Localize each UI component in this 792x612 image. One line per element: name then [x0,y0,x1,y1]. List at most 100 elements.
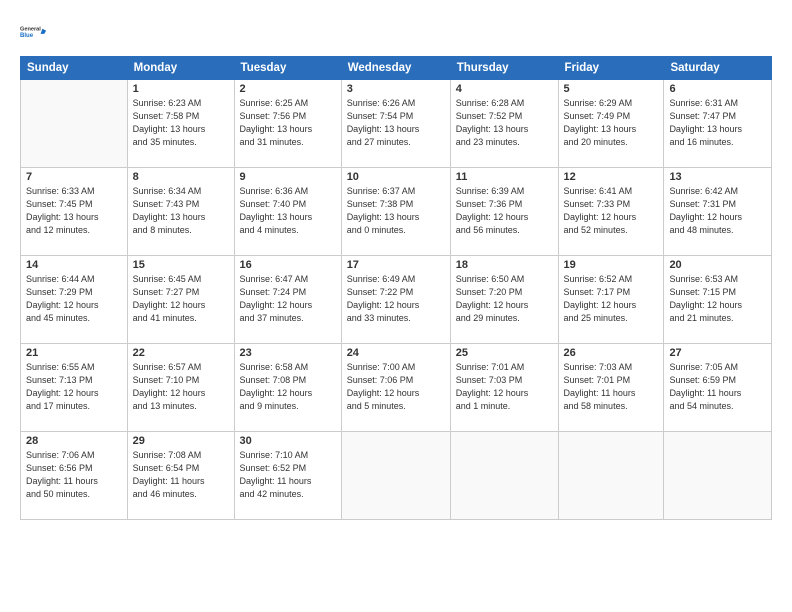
calendar-cell: 3 Sunrise: 6:26 AM Sunset: 7:54 PM Daylig… [341,80,450,168]
calendar-cell: 12 Sunrise: 6:41 AM Sunset: 7:33 PM Dayli… [558,168,664,256]
calendar-cell: 29 Sunrise: 7:08 AM Sunset: 6:54 PM Dayli… [127,432,234,520]
day-info: Sunrise: 6:25 AM Sunset: 7:56 PM Dayligh… [240,97,336,149]
logo-icon: GeneralBlue [20,18,48,46]
day-number: 23 [240,347,336,359]
day-info: Sunrise: 7:06 AM Sunset: 6:56 PM Dayligh… [26,449,122,501]
calendar-cell [21,80,128,168]
calendar-cell: 7 Sunrise: 6:33 AM Sunset: 7:45 PM Daylig… [21,168,128,256]
day-info: Sunrise: 6:36 AM Sunset: 7:40 PM Dayligh… [240,185,336,237]
day-info: Sunrise: 7:00 AM Sunset: 7:06 PM Dayligh… [347,361,445,413]
calendar-cell: 18 Sunrise: 6:50 AM Sunset: 7:20 PM Dayli… [450,256,558,344]
calendar-cell: 23 Sunrise: 6:58 AM Sunset: 7:08 PM Dayli… [234,344,341,432]
weekday-header: Friday [558,57,664,80]
day-number: 18 [456,259,553,271]
day-info: Sunrise: 6:29 AM Sunset: 7:49 PM Dayligh… [564,97,659,149]
calendar-week-row: 28 Sunrise: 7:06 AM Sunset: 6:56 PM Dayli… [21,432,772,520]
calendar-cell: 4 Sunrise: 6:28 AM Sunset: 7:52 PM Daylig… [450,80,558,168]
day-number: 2 [240,83,336,95]
day-info: Sunrise: 6:49 AM Sunset: 7:22 PM Dayligh… [347,273,445,325]
calendar-cell: 11 Sunrise: 6:39 AM Sunset: 7:36 PM Dayli… [450,168,558,256]
day-info: Sunrise: 7:05 AM Sunset: 6:59 PM Dayligh… [669,361,766,413]
day-number: 15 [133,259,229,271]
day-info: Sunrise: 6:39 AM Sunset: 7:36 PM Dayligh… [456,185,553,237]
day-info: Sunrise: 6:28 AM Sunset: 7:52 PM Dayligh… [456,97,553,149]
day-info: Sunrise: 6:41 AM Sunset: 7:33 PM Dayligh… [564,185,659,237]
day-info: Sunrise: 6:23 AM Sunset: 7:58 PM Dayligh… [133,97,229,149]
day-info: Sunrise: 6:55 AM Sunset: 7:13 PM Dayligh… [26,361,122,413]
day-info: Sunrise: 6:31 AM Sunset: 7:47 PM Dayligh… [669,97,766,149]
day-number: 27 [669,347,766,359]
day-number: 26 [564,347,659,359]
calendar-cell: 30 Sunrise: 7:10 AM Sunset: 6:52 PM Dayli… [234,432,341,520]
day-number: 16 [240,259,336,271]
calendar-cell [341,432,450,520]
weekday-header: Sunday [21,57,128,80]
calendar-week-row: 7 Sunrise: 6:33 AM Sunset: 7:45 PM Daylig… [21,168,772,256]
day-info: Sunrise: 6:34 AM Sunset: 7:43 PM Dayligh… [133,185,229,237]
weekday-header: Monday [127,57,234,80]
calendar-week-row: 21Sunrise: 6:55 AM Sunset: 7:13 PM Dayli… [21,344,772,432]
calendar-cell: 13 Sunrise: 6:42 AM Sunset: 7:31 PM Dayli… [664,168,772,256]
day-info: Sunrise: 7:01 AM Sunset: 7:03 PM Dayligh… [456,361,553,413]
calendar-cell: 21Sunrise: 6:55 AM Sunset: 7:13 PM Dayli… [21,344,128,432]
day-number: 29 [133,435,229,447]
calendar-cell: 22Sunrise: 6:57 AM Sunset: 7:10 PM Dayli… [127,344,234,432]
logo: GeneralBlue [20,18,48,46]
day-number: 7 [26,171,122,183]
calendar-cell [664,432,772,520]
day-number: 28 [26,435,122,447]
calendar-week-row: 1 Sunrise: 6:23 AM Sunset: 7:58 PM Daylig… [21,80,772,168]
day-info: Sunrise: 6:37 AM Sunset: 7:38 PM Dayligh… [347,185,445,237]
calendar-cell: 10 Sunrise: 6:37 AM Sunset: 7:38 PM Dayli… [341,168,450,256]
calendar-table: SundayMondayTuesdayWednesdayThursdayFrid… [20,56,772,520]
day-info: Sunrise: 6:42 AM Sunset: 7:31 PM Dayligh… [669,185,766,237]
calendar-cell: 26 Sunrise: 7:03 AM Sunset: 7:01 PM Dayli… [558,344,664,432]
calendar-cell: 8 Sunrise: 6:34 AM Sunset: 7:43 PM Daylig… [127,168,234,256]
calendar-week-row: 14 Sunrise: 6:44 AM Sunset: 7:29 PM Dayli… [21,256,772,344]
day-number: 10 [347,171,445,183]
day-number: 13 [669,171,766,183]
day-number: 20 [669,259,766,271]
svg-text:Blue: Blue [20,33,34,39]
day-info: Sunrise: 6:58 AM Sunset: 7:08 PM Dayligh… [240,361,336,413]
day-number: 19 [564,259,659,271]
calendar-cell: 20 Sunrise: 6:53 AM Sunset: 7:15 PM Dayli… [664,256,772,344]
calendar-cell: 5 Sunrise: 6:29 AM Sunset: 7:49 PM Daylig… [558,80,664,168]
day-info: Sunrise: 7:10 AM Sunset: 6:52 PM Dayligh… [240,449,336,501]
day-info: Sunrise: 6:45 AM Sunset: 7:27 PM Dayligh… [133,273,229,325]
weekday-header: Thursday [450,57,558,80]
calendar-cell: 28 Sunrise: 7:06 AM Sunset: 6:56 PM Dayli… [21,432,128,520]
calendar-cell: 27 Sunrise: 7:05 AM Sunset: 6:59 PM Dayli… [664,344,772,432]
weekday-header: Wednesday [341,57,450,80]
day-number: 30 [240,435,336,447]
day-info: Sunrise: 6:44 AM Sunset: 7:29 PM Dayligh… [26,273,122,325]
day-number: 25 [456,347,553,359]
day-number: 6 [669,83,766,95]
day-number: 8 [133,171,229,183]
day-info: Sunrise: 6:52 AM Sunset: 7:17 PM Dayligh… [564,273,659,325]
day-info: Sunrise: 6:26 AM Sunset: 7:54 PM Dayligh… [347,97,445,149]
weekday-header: Saturday [664,57,772,80]
calendar-cell: 25 Sunrise: 7:01 AM Sunset: 7:03 PM Dayli… [450,344,558,432]
day-info: Sunrise: 6:33 AM Sunset: 7:45 PM Dayligh… [26,185,122,237]
calendar-cell: 17Sunrise: 6:49 AM Sunset: 7:22 PM Dayli… [341,256,450,344]
calendar-cell: 6 Sunrise: 6:31 AM Sunset: 7:47 PM Daylig… [664,80,772,168]
calendar-cell [450,432,558,520]
calendar-cell: 24Sunrise: 7:00 AM Sunset: 7:06 PM Dayli… [341,344,450,432]
day-info: Sunrise: 6:50 AM Sunset: 7:20 PM Dayligh… [456,273,553,325]
svg-text:General: General [20,27,41,33]
calendar-cell: 14 Sunrise: 6:44 AM Sunset: 7:29 PM Dayli… [21,256,128,344]
day-number: 5 [564,83,659,95]
calendar-cell: 19 Sunrise: 6:52 AM Sunset: 7:17 PM Dayli… [558,256,664,344]
day-number: 12 [564,171,659,183]
day-info: Sunrise: 7:03 AM Sunset: 7:01 PM Dayligh… [564,361,659,413]
day-info: Sunrise: 6:53 AM Sunset: 7:15 PM Dayligh… [669,273,766,325]
day-number: 1 [133,83,229,95]
day-info: Sunrise: 7:08 AM Sunset: 6:54 PM Dayligh… [133,449,229,501]
day-number: 11 [456,171,553,183]
calendar-cell: 1 Sunrise: 6:23 AM Sunset: 7:58 PM Daylig… [127,80,234,168]
day-number: 3 [347,83,445,95]
page-header: GeneralBlue [20,18,772,46]
day-number: 4 [456,83,553,95]
day-number: 14 [26,259,122,271]
